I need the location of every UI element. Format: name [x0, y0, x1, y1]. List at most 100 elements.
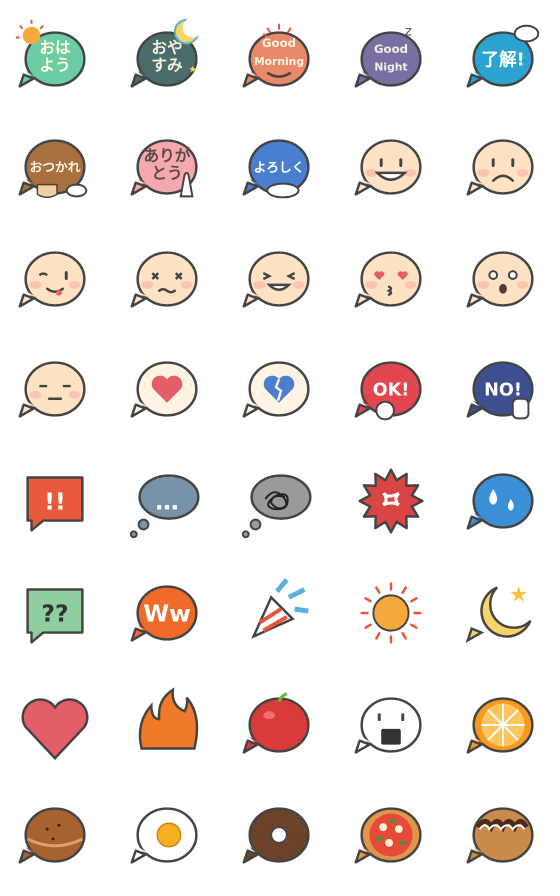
bubble-body	[248, 251, 310, 307]
coffee-cup-icon	[36, 183, 58, 199]
nori-icon	[381, 728, 401, 745]
blush-icon	[477, 280, 490, 289]
handshake-icon	[266, 182, 300, 199]
emoji-fried-egg[interactable]	[122, 790, 212, 880]
emoji-party-popper[interactable]	[234, 568, 324, 658]
emoji-heart-eyes-face[interactable]	[346, 234, 436, 324]
emoji-takoyaki[interactable]	[458, 790, 548, 880]
sun-ray	[375, 586, 381, 594]
emoji-oyasumi[interactable]: ★ おや すみ	[122, 14, 212, 104]
eye-icon	[488, 270, 499, 280]
sun-icon	[372, 594, 410, 632]
emoji-fire[interactable]	[122, 680, 212, 770]
sun-ray	[375, 632, 381, 640]
emoji-ok[interactable]: OK!	[346, 344, 436, 434]
emoji-tongue-face[interactable]	[10, 234, 100, 324]
blush-icon	[516, 168, 529, 177]
cheese-icon	[379, 823, 388, 832]
emoji-donut[interactable]	[234, 790, 324, 880]
sesame-icon	[45, 827, 49, 831]
burst-bubble	[358, 468, 424, 534]
emoji-smile-face[interactable]	[346, 122, 436, 212]
sesame-icon	[51, 837, 55, 841]
blush-icon	[29, 280, 42, 289]
eye-icon	[399, 158, 403, 167]
emoji-ww[interactable]: Ww	[122, 568, 212, 658]
basil-icon	[375, 836, 384, 841]
bubble-text: NO!	[484, 380, 522, 400]
blush-icon	[141, 280, 154, 289]
eye-icon	[401, 713, 405, 722]
emoji-apple[interactable]	[234, 680, 324, 770]
emoji-scribble[interactable]	[234, 456, 324, 546]
emoji-neutral-face[interactable]	[10, 344, 100, 434]
emoji-dizzy-face[interactable]	[122, 234, 212, 324]
blush-icon	[404, 280, 417, 289]
donut-hole-icon	[270, 826, 288, 844]
blush-icon	[516, 280, 529, 289]
emoji-ellipsis[interactable]: …	[122, 456, 212, 546]
emoji-ohayou[interactable]: おは よう	[10, 14, 100, 104]
emoji-sheet: おは よう ★ おや すみ Good Morning z Good Night 了解! おつかれ ありが…	[0, 0, 560, 896]
wink-eye-icon	[38, 272, 48, 277]
emoji-arigatou[interactable]: ありが とう	[122, 122, 212, 212]
emoji-sun[interactable]	[346, 568, 436, 658]
bubble-text: ??	[41, 599, 68, 627]
emoji-otsukare[interactable]: おつかれ	[10, 122, 100, 212]
sun-ray	[410, 623, 418, 629]
blush-icon	[29, 390, 42, 399]
blush-icon	[477, 168, 490, 177]
emoji-question[interactable]: ??	[10, 568, 100, 658]
bubble-body	[472, 251, 534, 307]
emoji-bread[interactable]	[10, 790, 100, 880]
sun-ray	[364, 623, 372, 629]
bubble-body	[360, 139, 422, 195]
heart-icon	[21, 698, 89, 761]
emoji-sad-face[interactable]	[458, 122, 548, 212]
blush-icon	[253, 280, 266, 289]
blush-icon	[404, 168, 417, 177]
eye-icon	[377, 713, 381, 722]
emoji-heart[interactable]	[10, 680, 100, 770]
bubble-body	[360, 251, 422, 307]
basil-icon	[389, 819, 397, 824]
bubble-text: おや	[151, 38, 182, 57]
yolk-icon	[156, 822, 182, 848]
blush-icon	[180, 280, 193, 289]
bubble-text: よろしく	[254, 160, 305, 175]
eye-icon	[491, 158, 495, 167]
sesame-icon	[57, 823, 61, 827]
bubble-body	[360, 31, 422, 87]
emoji-grin-face[interactable]	[234, 234, 324, 324]
emoji-surprised-face[interactable]	[458, 234, 548, 324]
emoji-yoroshiku[interactable]: よろしく	[234, 122, 324, 212]
bubble-text: ありが	[144, 146, 191, 165]
hand-icon	[65, 183, 88, 198]
blush-icon	[292, 280, 305, 289]
emoji-good-night[interactable]: z Good Night	[346, 14, 436, 104]
emoji-anger[interactable]	[346, 456, 436, 546]
emoji-exclaim[interactable]: !!	[10, 456, 100, 546]
emoji-onigiri[interactable]	[346, 680, 436, 770]
emoji-pizza[interactable]	[346, 790, 436, 880]
bubble-body	[24, 361, 86, 417]
bubble-text: よう	[39, 56, 70, 75]
bubble-body	[24, 807, 86, 863]
emoji-good-morning[interactable]: Good Morning	[234, 14, 324, 104]
emoji-no[interactable]: NO!	[458, 344, 548, 434]
emoji-heart-bubble[interactable]	[122, 344, 212, 434]
emoji-orange-slice[interactable]	[458, 680, 548, 770]
blush-icon	[365, 280, 378, 289]
emoji-sweat[interactable]	[458, 456, 548, 546]
bubble-body	[248, 697, 310, 753]
bubble-text: Good	[262, 36, 296, 50]
emoji-broken-heart-bubble[interactable]	[234, 344, 324, 434]
emoji-moon[interactable]: ★	[458, 568, 548, 658]
bubble-text: おつかれ	[30, 160, 81, 175]
cheese-icon	[385, 838, 393, 847]
mouth-icon	[386, 285, 393, 296]
zz-icon: z	[405, 24, 412, 40]
sun-ray	[401, 586, 407, 594]
eye-icon	[511, 158, 515, 167]
emoji-ryoukai[interactable]: 了解!	[458, 14, 548, 104]
